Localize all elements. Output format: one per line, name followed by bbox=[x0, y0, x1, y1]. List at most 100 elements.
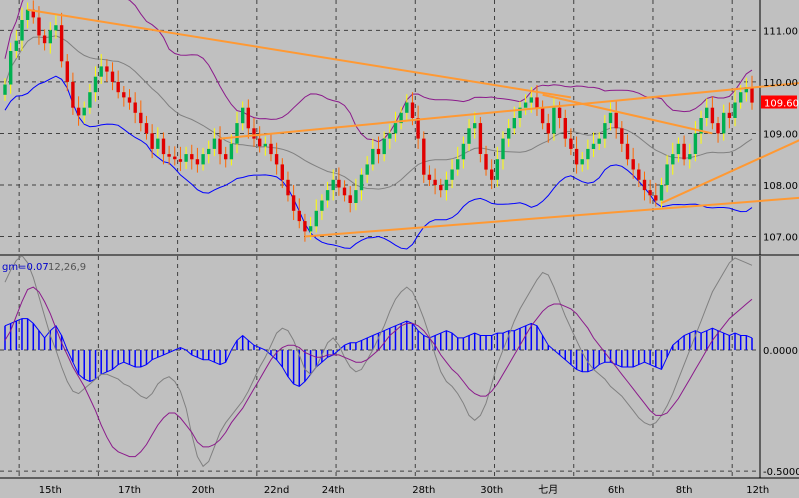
candle-up bbox=[529, 97, 533, 103]
candle-up bbox=[693, 133, 698, 154]
candle-up bbox=[3, 84, 7, 95]
candle-down bbox=[59, 25, 64, 62]
candle-up bbox=[722, 112, 726, 134]
candle-down bbox=[161, 138, 166, 155]
x-tick: 30th bbox=[480, 485, 503, 496]
candle-up bbox=[156, 138, 160, 149]
candle-down bbox=[569, 138, 573, 149]
candle-up bbox=[54, 25, 58, 31]
candle-down bbox=[439, 185, 443, 191]
candle-down bbox=[710, 107, 715, 124]
candle-down bbox=[478, 123, 483, 154]
candle-down bbox=[71, 81, 75, 108]
candle-up bbox=[320, 200, 324, 211]
candle-down bbox=[127, 97, 132, 103]
candle-down bbox=[286, 179, 290, 196]
candle-up bbox=[325, 190, 330, 201]
candle-up bbox=[501, 138, 505, 160]
candle-up bbox=[229, 143, 234, 160]
candle-down bbox=[116, 81, 120, 93]
candle-down bbox=[122, 92, 126, 98]
candle-up bbox=[586, 148, 590, 160]
candle-down bbox=[190, 154, 194, 160]
x-tick: 15th bbox=[39, 485, 62, 496]
candle-up bbox=[235, 123, 239, 144]
candle-down bbox=[490, 169, 494, 180]
candle-down bbox=[167, 154, 171, 157]
candle-up bbox=[207, 148, 211, 155]
candle-up bbox=[597, 138, 601, 144]
candle-up bbox=[14, 40, 18, 51]
candle-down bbox=[620, 128, 624, 144]
x-tick: 28th bbox=[412, 485, 435, 496]
candle-down bbox=[348, 195, 352, 203]
candle-up bbox=[393, 123, 398, 134]
candle-up bbox=[659, 185, 664, 201]
candle-up bbox=[365, 164, 369, 175]
candle-down bbox=[484, 154, 488, 170]
candle-down bbox=[546, 123, 550, 134]
candle-up bbox=[444, 179, 449, 191]
candle-down bbox=[574, 148, 579, 165]
x-tick: 24th bbox=[322, 485, 345, 496]
candle-down bbox=[637, 169, 641, 180]
candle-down bbox=[716, 123, 720, 134]
candle-down bbox=[563, 118, 567, 139]
price-tick: 111.00 bbox=[763, 26, 798, 37]
candle-up bbox=[331, 179, 335, 191]
x-tick: 17th bbox=[118, 485, 141, 496]
candle-down bbox=[625, 143, 630, 160]
candle-down bbox=[410, 102, 415, 118]
candle-up bbox=[671, 154, 675, 165]
candle-down bbox=[133, 102, 137, 113]
candle-up bbox=[25, 9, 30, 20]
indicator-panel: 0.0000 -0.5000 gm=0.07 12,26,9 bbox=[0, 254, 799, 479]
price-tick: 109.00 bbox=[763, 129, 798, 140]
candle-up bbox=[461, 143, 466, 160]
candle-up bbox=[467, 128, 471, 144]
candle-down bbox=[416, 118, 420, 139]
price-tick: 108.00 bbox=[763, 181, 798, 192]
candle-down bbox=[654, 195, 658, 201]
price-tick: 110.00 bbox=[763, 78, 798, 89]
candle-up bbox=[212, 138, 217, 149]
candle-down bbox=[337, 179, 341, 188]
candle-down bbox=[224, 154, 228, 160]
candle-up bbox=[676, 143, 681, 155]
candle-up bbox=[456, 159, 460, 170]
candle-down bbox=[144, 123, 149, 134]
candle-up bbox=[99, 66, 103, 77]
current-price-badge: 109.60 bbox=[761, 95, 799, 110]
candle-down bbox=[246, 107, 250, 129]
candle-up bbox=[388, 133, 392, 139]
x-tick: 12th bbox=[746, 485, 769, 496]
candle-down bbox=[540, 107, 545, 124]
candle-down bbox=[291, 195, 296, 211]
candle-up bbox=[512, 118, 516, 129]
candle-up bbox=[20, 20, 24, 41]
candle-up bbox=[523, 102, 528, 108]
candle-down bbox=[427, 174, 432, 180]
candle-down bbox=[76, 107, 81, 116]
indicator-params-label: 12,26,9 bbox=[48, 262, 86, 273]
chart-canvas: 111.00 110.00 109.00 108.00 107.00 109.60 0.… bbox=[0, 0, 799, 498]
candle-down bbox=[727, 112, 732, 118]
candle-down bbox=[303, 221, 307, 232]
indicator-name-label: gm=0.07 bbox=[2, 262, 49, 273]
x-tick: 8th bbox=[676, 485, 693, 496]
candle-up bbox=[495, 159, 499, 180]
candle-up bbox=[733, 102, 737, 118]
x-tick: 七月 bbox=[538, 484, 558, 496]
indicator-tick: 0.0000 bbox=[763, 346, 798, 357]
candle-down bbox=[42, 35, 47, 44]
candle-up bbox=[405, 102, 409, 113]
candle-up bbox=[705, 107, 709, 118]
candle-down bbox=[37, 17, 41, 36]
candle-up bbox=[507, 128, 511, 139]
candle-up bbox=[739, 92, 743, 103]
candle-down bbox=[110, 71, 115, 82]
x-tick: 20th bbox=[192, 485, 215, 496]
candle-down bbox=[65, 61, 69, 82]
candle-down bbox=[269, 143, 273, 155]
candle-up bbox=[591, 143, 596, 149]
